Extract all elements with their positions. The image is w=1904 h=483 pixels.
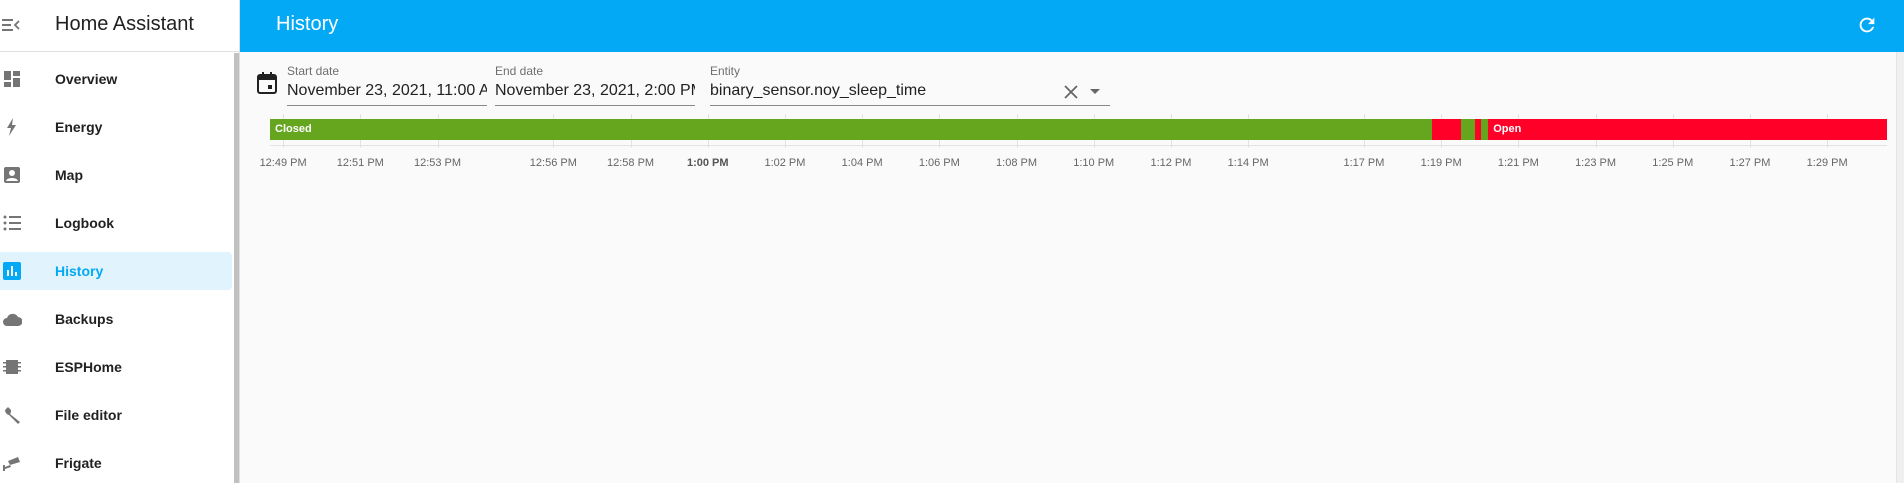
sidebar-item-label: Logbook	[55, 215, 115, 231]
timeline-segment-closed[interactable]	[1461, 119, 1476, 140]
timeline-axis	[270, 145, 1887, 146]
menu-collapse-icon[interactable]	[2, 17, 20, 33]
main-scrollbar[interactable]	[1896, 52, 1904, 483]
calendar-icon[interactable]	[257, 72, 277, 94]
segment-label: Closed	[275, 123, 312, 135]
sidebar-item-overview[interactable]: Overview	[0, 60, 232, 98]
chart-box-icon	[3, 262, 21, 280]
timeline-bar: Closed Open	[270, 119, 1887, 140]
end-date-field[interactable]: End date November 23, 2021, 2:00 PM	[495, 60, 695, 106]
app-title: Home Assistant	[55, 13, 194, 35]
top-app-bar: History	[240, 0, 1904, 52]
sidebar-item-file-editor[interactable]: File editor	[0, 396, 232, 434]
timeline-segment-closed[interactable]	[1481, 119, 1489, 140]
entity-input[interactable]: binary_sensor.noy_sleep_time	[710, 82, 1040, 100]
tick-label: 1:04 PM	[841, 157, 883, 169]
tick-label: 1:23 PM	[1575, 157, 1617, 169]
tick-label: 1:02 PM	[764, 157, 806, 169]
lightning-bolt-icon	[7, 118, 16, 136]
clear-icon[interactable]	[1063, 84, 1079, 100]
chip-icon	[3, 360, 21, 374]
timeline-segment-open[interactable]	[1432, 119, 1462, 140]
sidebar: Home Assistant Overview Energy Map Logbook H…	[0, 0, 240, 483]
refresh-icon[interactable]	[1856, 14, 1878, 36]
tick-label: 1:06 PM	[918, 157, 960, 169]
format-list-bulleted-icon	[3, 215, 21, 231]
tick-label: 1:00 PM	[686, 157, 729, 169]
timeline-segment-closed[interactable]	[270, 119, 1433, 140]
sidebar-item-backups[interactable]: Backups	[0, 300, 232, 338]
sidebar-item-history[interactable]: History	[0, 252, 232, 290]
sidebar-item-esphome[interactable]: ESPHome	[0, 348, 232, 386]
timeline-segment-open[interactable]	[1488, 119, 1887, 140]
sidebar-item-map[interactable]: Map	[0, 156, 232, 194]
end-date-label: End date	[495, 64, 544, 78]
view-dashboard-icon	[4, 71, 20, 87]
sidebar-scrollbar[interactable]	[234, 53, 239, 483]
sidebar-item-label: Backups	[55, 311, 114, 327]
start-date-field[interactable]: Start date November 23, 2021, 11:00 AM	[287, 60, 487, 106]
tick-label: 1:27 PM	[1729, 157, 1771, 169]
sidebar-item-frigate[interactable]: Frigate	[0, 444, 232, 482]
sidebar-item-label: History	[55, 263, 104, 279]
sidebar-item-label: Overview	[55, 71, 118, 87]
tick-label: 1:10 PM	[1073, 157, 1115, 169]
cctv-icon	[3, 457, 20, 471]
sidebar-item-label: ESPHome	[55, 359, 122, 375]
sidebar-item-label: Map	[55, 167, 83, 183]
sidebar-header: Home Assistant	[0, 0, 239, 52]
sidebar-item-label: Frigate	[55, 455, 102, 471]
tick-label: 12:56 PM	[529, 157, 577, 169]
sidebar-item-label: File editor	[55, 407, 122, 423]
sidebar-item-label: Energy	[55, 119, 103, 135]
tick-label: 1:21 PM	[1497, 157, 1539, 169]
segment-label: Open	[1493, 123, 1522, 135]
tick-label: 1:17 PM	[1343, 157, 1385, 169]
end-date-value[interactable]: November 23, 2021, 2:00 PM	[495, 82, 695, 100]
tick-label: 1:08 PM	[996, 157, 1038, 169]
tick-label: 1:29 PM	[1806, 157, 1848, 169]
tick-label: 12:51 PM	[336, 157, 384, 169]
tick-label: 1:14 PM	[1227, 157, 1269, 169]
page-title: History	[276, 13, 339, 35]
tick-label: 1:12 PM	[1150, 157, 1192, 169]
tick-label: 1:19 PM	[1420, 157, 1462, 169]
tick-label: 12:58 PM	[606, 157, 655, 169]
start-date-label: Start date	[287, 64, 340, 78]
entity-label: Entity	[710, 64, 741, 78]
start-date-value[interactable]: November 23, 2021, 11:00 AM	[287, 82, 487, 100]
tick-label: 12:53 PM	[413, 157, 462, 169]
cloud-icon	[3, 313, 22, 326]
account-box-icon	[4, 167, 20, 183]
tick-label: 1:25 PM	[1652, 157, 1694, 169]
sidebar-item-logbook[interactable]: Logbook	[0, 204, 232, 242]
sidebar-item-energy[interactable]: Energy	[0, 108, 232, 146]
tick-label: 12:49 PM	[259, 157, 307, 169]
entity-picker[interactable]: Entity binary_sensor.noy_sleep_time	[710, 60, 1110, 106]
wrench-icon	[4, 407, 20, 424]
dropdown-arrow-icon[interactable]	[1090, 89, 1100, 95]
